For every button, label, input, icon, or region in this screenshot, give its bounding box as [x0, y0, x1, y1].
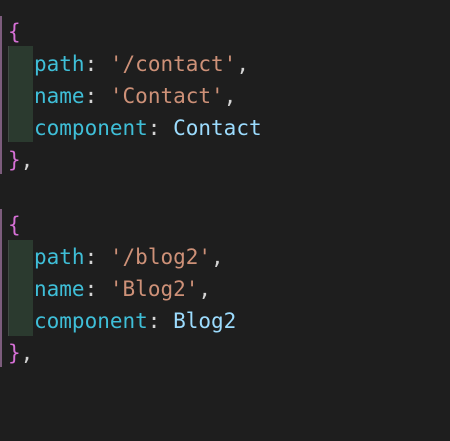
open-brace: {	[8, 20, 21, 44]
property-key: name	[34, 84, 85, 108]
comma: ,	[20, 148, 34, 172]
colon: :	[84, 245, 98, 269]
property-key: component	[34, 116, 148, 140]
code-line[interactable]: {	[8, 16, 21, 48]
colon: :	[147, 309, 161, 333]
code-line[interactable]: component: Contact	[34, 112, 262, 144]
identifier-value: Blog2	[173, 309, 237, 333]
colon: :	[84, 84, 98, 108]
bracket-highlight	[0, 16, 2, 174]
code-line[interactable]: path: '/contact',	[34, 48, 249, 80]
open-brace: {	[8, 213, 21, 237]
close-brace: }	[8, 341, 21, 365]
colon: :	[84, 52, 98, 76]
code-line[interactable]: path: '/blog2',	[34, 241, 224, 273]
property-key: path	[34, 52, 85, 76]
colon: :	[147, 116, 161, 140]
comma: ,	[211, 245, 224, 269]
property-key: path	[34, 245, 85, 269]
string-value: 'Blog2'	[109, 277, 199, 301]
code-line[interactable]: component: Blog2	[34, 305, 236, 337]
code-editor[interactable]: { path: '/contact', name: 'Contact', com…	[0, 0, 450, 441]
close-brace: }	[8, 148, 21, 172]
identifier-value: Contact	[173, 116, 262, 140]
string-value: 'Contact'	[109, 84, 224, 108]
code-line[interactable]: },	[8, 337, 33, 369]
string-value: '/contact'	[109, 52, 237, 76]
property-key: component	[34, 309, 148, 333]
code-line[interactable]: name: 'Contact',	[34, 80, 236, 112]
comma: ,	[20, 341, 34, 365]
comma: ,	[198, 277, 212, 301]
code-line[interactable]: },	[8, 144, 33, 176]
comma: ,	[223, 84, 237, 108]
indent-guide	[8, 46, 33, 142]
colon: :	[84, 277, 98, 301]
code-line[interactable]: name: 'Blog2',	[34, 273, 211, 305]
string-value: '/blog2'	[109, 245, 212, 269]
bracket-highlight	[0, 209, 2, 367]
property-key: name	[34, 277, 85, 301]
indent-guide	[8, 240, 33, 336]
comma: ,	[236, 52, 249, 76]
code-line[interactable]: {	[8, 209, 21, 241]
